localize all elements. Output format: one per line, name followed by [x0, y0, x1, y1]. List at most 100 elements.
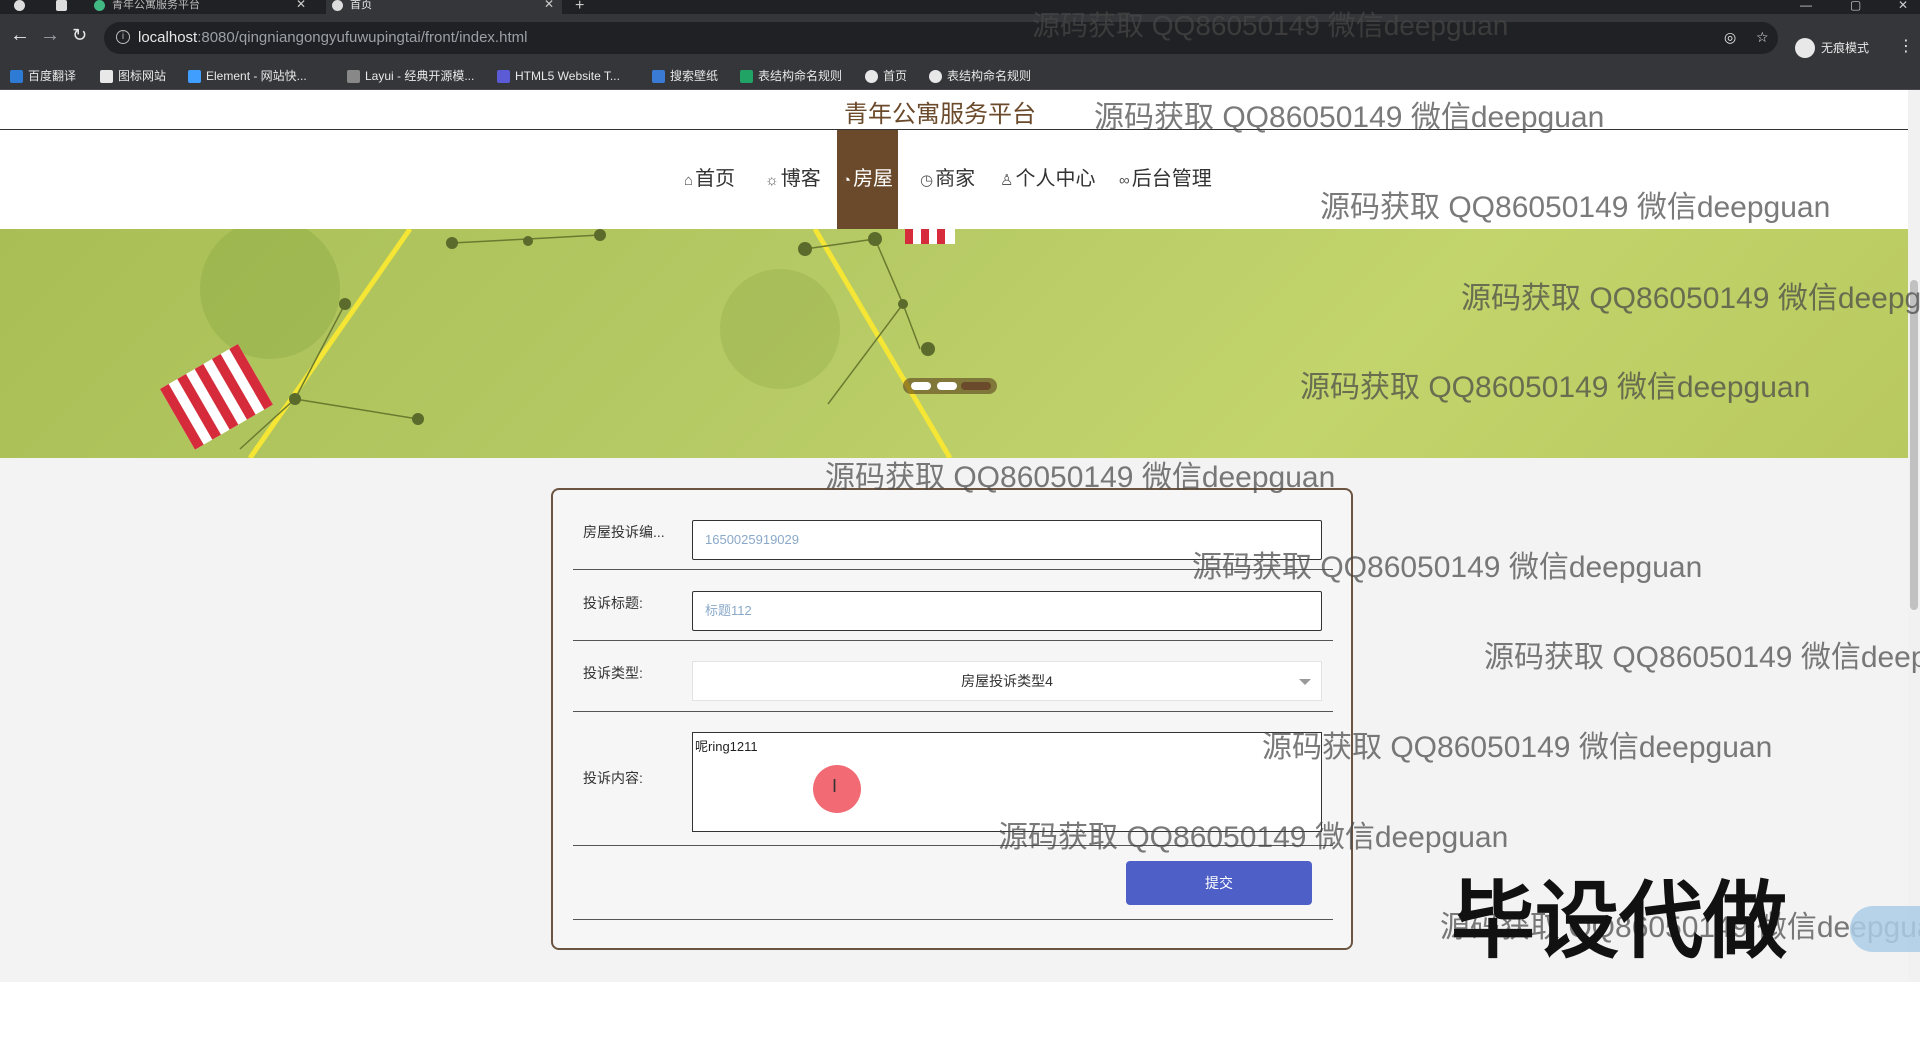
bookmarks-bar: 百度翻译 图标网站 Element - 网站快... Layui - 经典开源模… [0, 62, 1920, 90]
close-icon[interactable]: ✕ [544, 0, 554, 10]
address-bar: ← → ↻ i localhost:8080/qingniangongyufuw… [0, 14, 1920, 62]
nav-label: 个人中心 [1015, 168, 1096, 190]
back-icon[interactable]: ← [10, 24, 30, 47]
nav-user-center[interactable]: ♙ 个人中心 [1000, 130, 1095, 229]
bookmark-label: 百度翻译 [28, 69, 77, 83]
tab-home[interactable]: 首页 ✕ [326, 0, 562, 14]
nav-merchant[interactable]: ◷ 商家 [920, 130, 975, 229]
eye-off-icon[interactable]: ◎ [1724, 29, 1736, 46]
nav-home[interactable]: ⌂ 首页 [684, 130, 735, 229]
tab-title: 青年公寓服务平台 [112, 0, 200, 11]
nav-blog[interactable]: ☼ 博客 [765, 130, 821, 229]
banner-image [160, 229, 955, 458]
tab-site[interactable]: 青年公寓服务平台 ✕ [88, 0, 314, 14]
complaint-type-select[interactable]: 房屋投诉类型4 [692, 661, 1322, 701]
user-icon: ♙ [1000, 172, 1014, 189]
bookmark[interactable]: 搜索壁纸 [652, 68, 718, 84]
url-field[interactable]: i localhost:8080/qingniangongyufuwupingt… [104, 22, 1778, 54]
globe-icon [865, 70, 878, 83]
url-host: localhost [138, 29, 198, 46]
bookmark[interactable]: HTML5 Website T... [497, 68, 620, 84]
scrollbar-thumb[interactable] [1910, 280, 1918, 610]
complaint-form: 房屋投诉编... 1650025919029 投诉标题: 标题112 投诉类型:… [551, 488, 1353, 950]
bookmark-label: 表结构命名规则 [758, 69, 843, 83]
bookmark-label: 表结构命名规则 [947, 69, 1032, 83]
url-path: :8080/qingniangongyufuwupingtai/front/in… [197, 29, 528, 46]
complaint-no-field[interactable]: 1650025919029 [692, 520, 1322, 560]
floating-widget[interactable] [1850, 906, 1920, 952]
vue-icon [94, 0, 105, 11]
nav-admin[interactable]: ∞ 后台管理 [1119, 130, 1212, 229]
nav-label: 后台管理 [1131, 168, 1212, 190]
element-icon [188, 70, 201, 83]
settings-icon: ☼ [765, 172, 779, 189]
html5-icon [497, 70, 510, 83]
translate-icon [10, 70, 23, 83]
carousel-indicators [903, 378, 997, 394]
incognito-icon [1795, 38, 1815, 58]
more-menu-icon[interactable]: ⋮ [1898, 36, 1914, 56]
info-icon[interactable]: i [116, 30, 130, 44]
form-row-actions: 提交 [573, 846, 1333, 920]
flag-icon [100, 70, 113, 83]
submit-button[interactable]: 提交 [1126, 861, 1312, 905]
new-tab-button[interactable]: + [575, 0, 584, 15]
content-textarea[interactable]: 呢ring1211 [692, 732, 1322, 832]
profile-label: 无痕模式 [1821, 41, 1870, 55]
main-nav: ⌂ 首页 ☼ 博客 ◔ 房屋 ◷ 商家 ♙ 个人中心 ∞ 后台管理 [0, 130, 1908, 229]
carousel-dot[interactable] [911, 382, 931, 390]
watermark-big: 毕设代做 [1451, 874, 1788, 968]
click-indicator: I [813, 765, 861, 813]
nav-label: 商家 [935, 168, 976, 190]
bookmark[interactable]: 图标网站 [100, 68, 166, 84]
text-cursor-icon: I [832, 776, 838, 796]
tab-title: 首页 [350, 0, 372, 11]
bookmark[interactable]: 表结构命名规则 [740, 68, 842, 84]
select-value: 房屋投诉类型4 [961, 673, 1053, 689]
bookmark[interactable]: 首页 [865, 68, 907, 84]
field-label: 投诉标题: [583, 595, 643, 611]
profile-button[interactable]: 无痕模式 [1795, 36, 1869, 60]
nav-label: 博客 [780, 168, 821, 190]
field-label: 投诉类型: [583, 665, 643, 681]
globe-icon [332, 0, 343, 11]
forward-icon[interactable]: → [40, 24, 60, 47]
star-icon[interactable]: ☆ [1756, 29, 1769, 46]
url-text: localhost:8080/qingniangongyufuwupingtai… [138, 29, 527, 46]
site-title: 青年公寓服务平台 [844, 101, 1036, 128]
title-field[interactable]: 标题112 [692, 591, 1322, 631]
browser-tab-strip: 青年公寓服务平台 ✕ 首页 ✕ + — ▢ ✕ [0, 0, 1920, 14]
nav-label: 首页 [695, 168, 736, 190]
carousel-dot-active[interactable] [961, 382, 991, 390]
wallpaper-icon [652, 70, 665, 83]
chrome-menu-tab[interactable] [0, 0, 25, 14]
nav-house[interactable]: ◔ 房屋 [837, 130, 899, 229]
page-footer-area [0, 982, 1920, 1056]
window-close-icon[interactable]: ✕ [1898, 0, 1908, 12]
globe-icon [929, 70, 942, 83]
close-icon[interactable]: ✕ [296, 0, 306, 10]
form-row-type: 投诉类型: 房屋投诉类型4 [573, 641, 1333, 712]
bookmark-label: 首页 [883, 69, 908, 83]
bookmark-label: Layui - 经典开源模... [365, 69, 475, 83]
form-row-complaint-no: 房屋投诉编... 1650025919029 [573, 490, 1333, 570]
bookmark-label: Element - 网站快... [206, 69, 307, 83]
form-row-content: 投诉内容: 呢ring1211 [573, 712, 1333, 846]
bookmark[interactable]: Element - 网站快... [188, 68, 307, 84]
carousel-dot[interactable] [937, 382, 957, 390]
minimize-icon[interactable]: — [1800, 0, 1812, 12]
blank-tab[interactable] [50, 0, 72, 14]
banner-carousel [0, 229, 1908, 458]
bookmark[interactable]: 表结构命名规则 [929, 68, 1031, 84]
house-icon: ◔ [842, 172, 852, 189]
sheet-icon [740, 70, 753, 83]
clock-icon: ◷ [920, 172, 934, 189]
field-label: 房屋投诉编... [583, 524, 665, 540]
bookmark-label: 图标网站 [118, 69, 167, 83]
maximize-icon[interactable]: ▢ [1850, 0, 1861, 12]
page-icon [56, 0, 67, 11]
reload-icon[interactable]: ↻ [72, 25, 87, 46]
bookmark-label: HTML5 Website T... [515, 69, 620, 83]
bookmark[interactable]: 百度翻译 [10, 68, 76, 84]
bookmark[interactable]: Layui - 经典开源模... [347, 68, 474, 84]
